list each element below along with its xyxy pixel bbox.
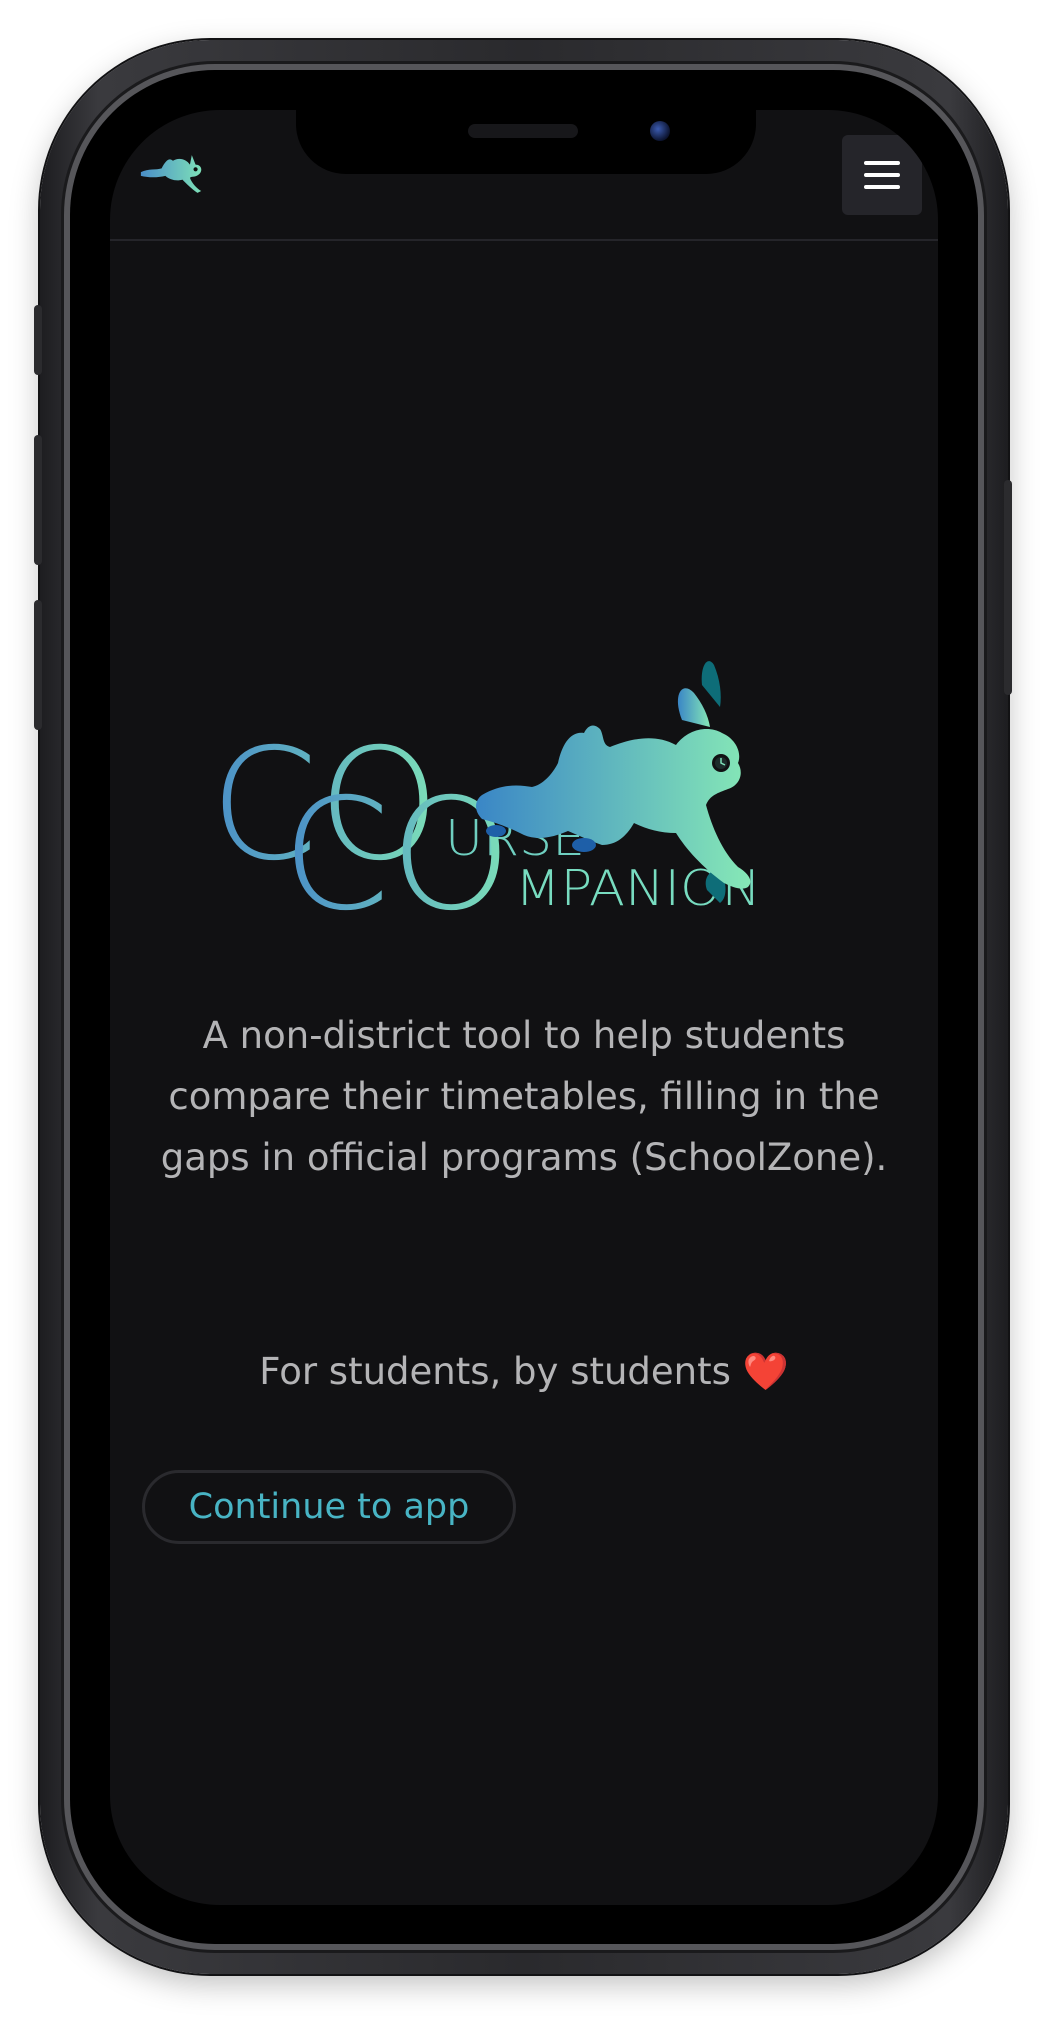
- tagline-text: For students, by students: [259, 1350, 731, 1393]
- heart-icon: ❤️: [742, 1350, 789, 1393]
- app-description: A non-district tool to help students com…: [160, 1014, 888, 1179]
- continue-to-app-button[interactable]: Continue to app: [142, 1470, 516, 1544]
- front-camera: [650, 121, 670, 141]
- hamburger-icon-bar-3: [864, 185, 900, 189]
- hamburger-icon-bar-2: [864, 173, 900, 177]
- camera-notch: [296, 110, 756, 174]
- phone-silent-switch: [34, 305, 42, 375]
- phone-volume-down: [34, 600, 42, 730]
- phone-power-button: [1004, 480, 1012, 695]
- rabbit-logo-icon[interactable]: [139, 146, 205, 202]
- course-companion-logo: CO URSE CO MPANION: [210, 661, 761, 935]
- logo-co-2: CO: [282, 766, 512, 935]
- hamburger-icon: [864, 161, 900, 165]
- menu-button[interactable]: [842, 135, 922, 215]
- phone-volume-up: [34, 435, 42, 565]
- tagline: For students, by students ❤️: [150, 1347, 898, 1397]
- speaker-grille: [468, 124, 578, 138]
- screen: CO URSE CO MPANION A non-district tool t…: [110, 110, 938, 1905]
